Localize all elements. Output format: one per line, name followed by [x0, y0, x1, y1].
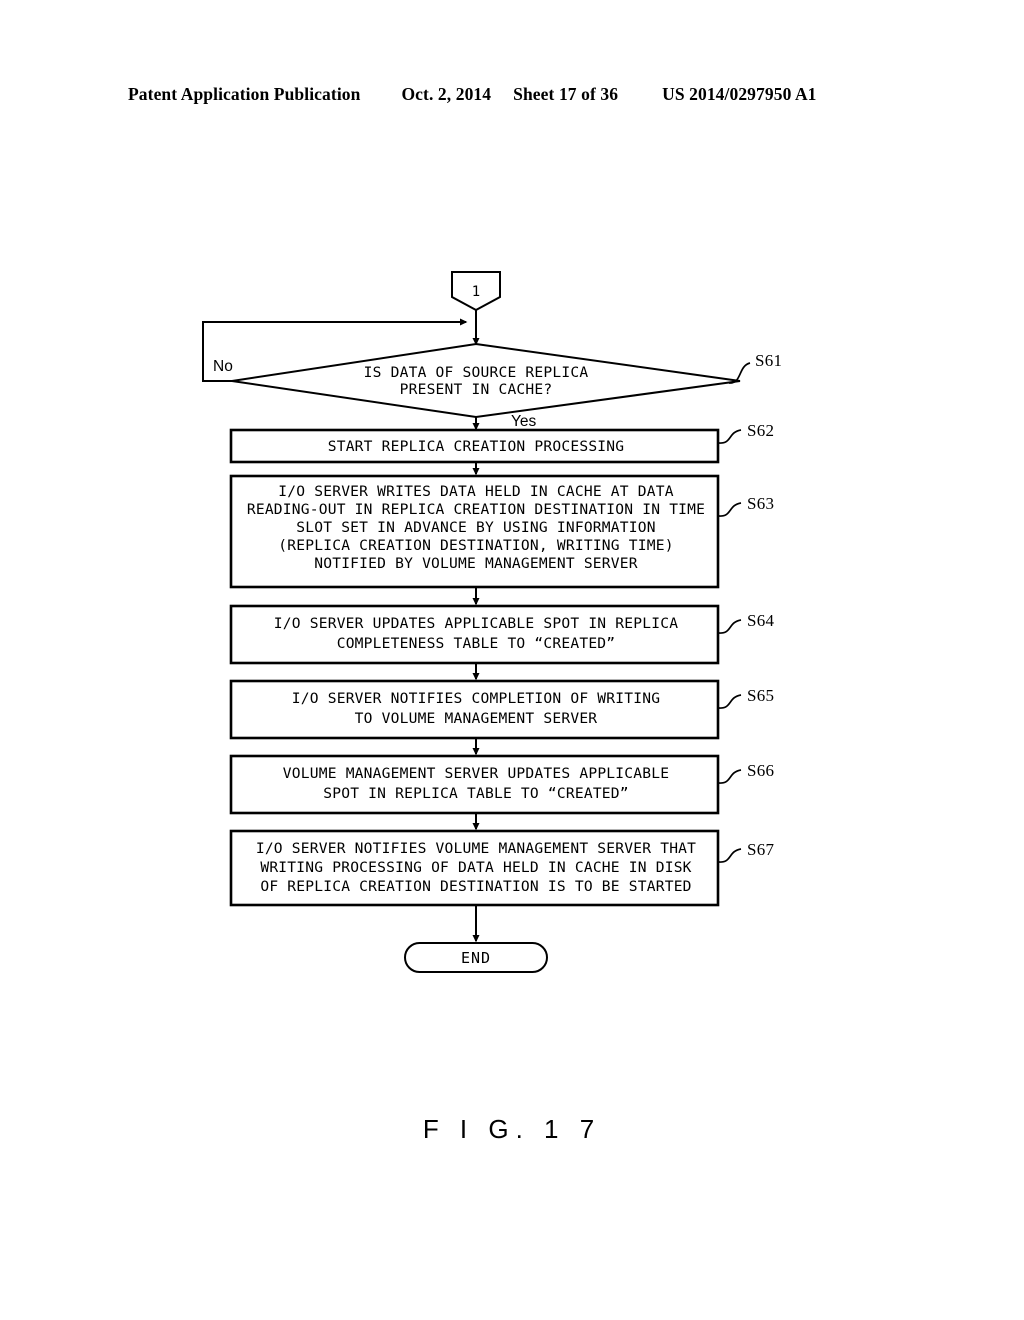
- s66-text-line2: SPOT IN REPLICA TABLE TO “CREATED”: [323, 785, 629, 802]
- s63-text-line3: SLOT SET IN ADVANCE BY USING INFORMATION: [296, 519, 655, 536]
- decision-node-s61: IS DATA OF SOURCE REPLICA PRESENT IN CAC…: [231, 342, 741, 419]
- connector-1-shape: 1: [451, 271, 501, 312]
- step-label-s67: S67: [747, 840, 775, 859]
- leader-line-s65: [718, 694, 742, 709]
- decision-text-line2: PRESENT IN CACHE?: [400, 381, 553, 398]
- leader-line-s64: [718, 619, 742, 634]
- decision-text-line1: IS DATA OF SOURCE REPLICA: [364, 364, 589, 381]
- patent-page: Patent Application Publication Oct. 2, 2…: [0, 0, 1024, 1320]
- end-label: END: [461, 949, 491, 967]
- step-label-s65: S65: [747, 686, 774, 705]
- step-label-s62: S62: [747, 421, 774, 440]
- connector-1-label: 1: [472, 284, 480, 300]
- leader-line-s62: [718, 429, 742, 444]
- step-label-s61: S61: [755, 351, 782, 370]
- s63-text-line4: (REPLICA CREATION DESTINATION, WRITING T…: [278, 537, 673, 554]
- process-node-s62: START REPLICA CREATION PROCESSING: [229, 428, 720, 464]
- s66-text-line1: VOLUME MANAGEMENT SERVER UPDATES APPLICA…: [283, 765, 669, 782]
- s67-text-line3: OF REPLICA CREATION DESTINATION IS TO BE…: [260, 878, 691, 895]
- process-node-s66: VOLUME MANAGEMENT SERVER UPDATES APPLICA…: [229, 754, 720, 815]
- s67-text-line2: WRITING PROCESSING OF DATA HELD IN CACHE…: [260, 859, 691, 876]
- s62-text-line1: START REPLICA CREATION PROCESSING: [328, 438, 625, 455]
- step-label-s63: S63: [747, 494, 774, 513]
- process-node-s63: I/O SERVER WRITES DATA HELD IN CACHE AT …: [229, 474, 720, 589]
- terminal-node-end: END: [404, 942, 548, 973]
- s64-text-line1: I/O SERVER UPDATES APPLICABLE SPOT IN RE…: [274, 615, 678, 632]
- s64-text-line2: COMPLETENESS TABLE TO “CREATED”: [337, 635, 616, 652]
- step-label-s66: S66: [747, 761, 774, 780]
- leader-line-s67: [718, 848, 742, 863]
- process-node-s65: I/O SERVER NOTIFIES COMPLETION OF WRITIN…: [229, 679, 720, 740]
- leader-line-s66: [718, 769, 742, 784]
- s67-text-line1: I/O SERVER NOTIFIES VOLUME MANAGEMENT SE…: [256, 840, 696, 857]
- s65-text-line1: I/O SERVER NOTIFIES COMPLETION OF WRITIN…: [292, 690, 660, 707]
- process-node-s64: I/O SERVER UPDATES APPLICABLE SPOT IN RE…: [229, 604, 720, 665]
- figure-caption: F I G. 1 7: [422, 1114, 602, 1144]
- branch-label-yes: Yes: [511, 413, 537, 430]
- s65-text-line2: TO VOLUME MANAGEMENT SERVER: [355, 710, 598, 727]
- branch-label-no: No: [213, 358, 233, 375]
- step-label-s64: S64: [747, 611, 775, 630]
- process-node-s67: I/O SERVER NOTIFIES VOLUME MANAGEMENT SE…: [229, 829, 720, 907]
- leader-line-s63: [718, 502, 742, 517]
- s63-text-line2: READING-OUT IN REPLICA CREATION DESTINAT…: [247, 501, 705, 518]
- s63-text-line1: I/O SERVER WRITES DATA HELD IN CACHE AT …: [278, 483, 673, 500]
- s63-text-line5: NOTIFIED BY VOLUME MANAGEMENT SERVER: [314, 555, 638, 572]
